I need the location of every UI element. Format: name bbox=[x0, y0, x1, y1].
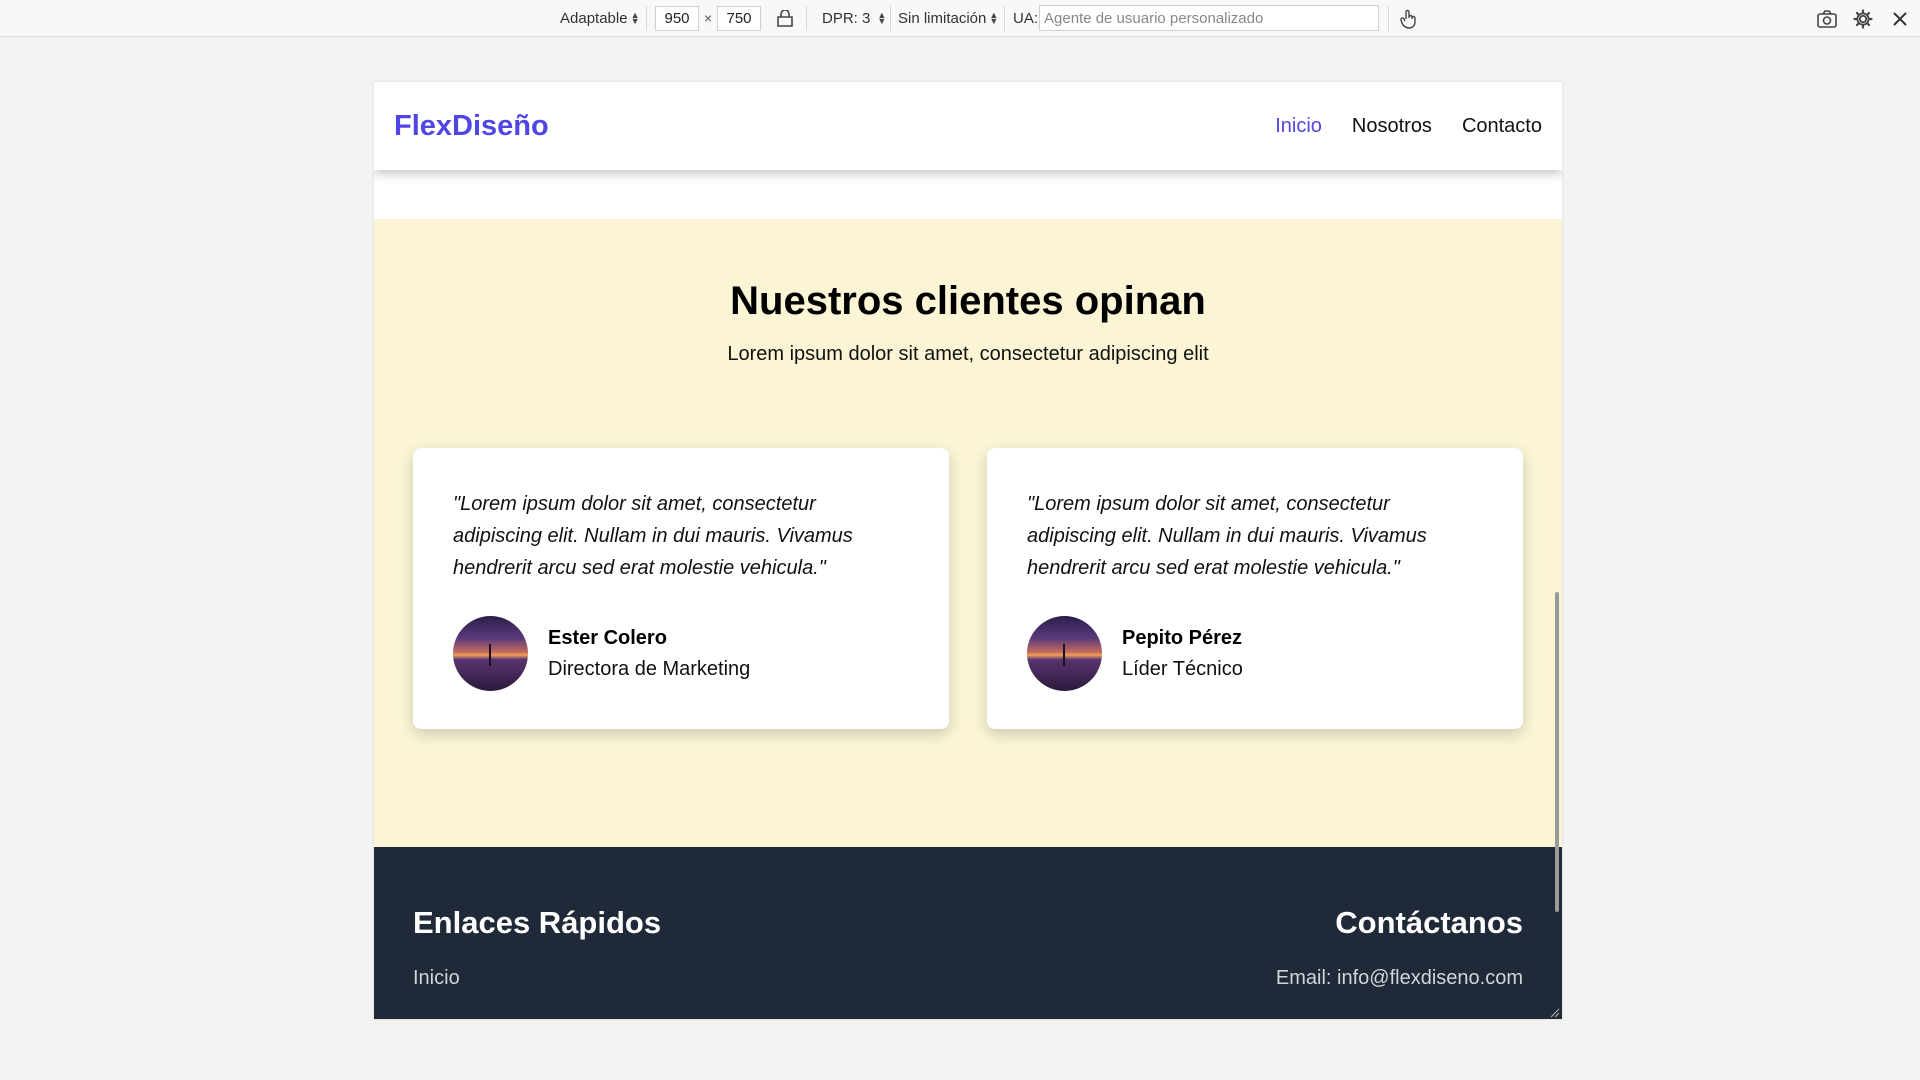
site-footer: Enlaces Rápidos Inicio Contáctanos Email… bbox=[374, 847, 1562, 1019]
footer-links-title: Enlaces Rápidos bbox=[413, 905, 662, 940]
select-arrows-icon: ▲ ▼ bbox=[989, 10, 999, 26]
footer-contact-title: Contáctanos bbox=[1335, 905, 1523, 940]
author-name: Pepito Pérez bbox=[1122, 626, 1243, 649]
touch-icon[interactable] bbox=[1397, 7, 1421, 31]
throttle-label: Sin limitación bbox=[898, 9, 987, 27]
section-subtitle: Lorem ipsum dolor sit amet, consectetur … bbox=[727, 343, 1209, 365]
width-input[interactable]: 950 bbox=[655, 5, 699, 31]
avatar bbox=[1027, 616, 1102, 691]
rotate-icon[interactable] bbox=[773, 7, 797, 31]
main-nav: Inicio Nosotros Contacto bbox=[1275, 115, 1542, 138]
throttle-select[interactable]: Sin limitación ▲ ▼ bbox=[898, 0, 998, 36]
footer-email: Email: info@flexdiseno.com bbox=[1275, 967, 1523, 989]
section-title: Nuestros clientes opinan bbox=[730, 279, 1206, 323]
responsive-toolbar: Adaptable ▲ ▼ 950 × 750 DPR: 3 ▲ ▼ Sin lim… bbox=[0, 0, 1920, 37]
testimonial-quote: "Lorem ipsum dolor sit amet, consectetur… bbox=[453, 493, 853, 579]
ua-label: UA: bbox=[1013, 9, 1039, 27]
site-header: FlexDiseño Inicio Nosotros Contacto bbox=[374, 82, 1562, 170]
settings-icon[interactable] bbox=[1851, 7, 1875, 31]
author-name: Ester Colero bbox=[548, 626, 667, 649]
author-role: Líder Técnico bbox=[1122, 657, 1243, 680]
device-mode-select[interactable]: Adaptable ▲ ▼ bbox=[560, 0, 639, 36]
avatar bbox=[453, 616, 528, 691]
close-icon[interactable] bbox=[1888, 7, 1912, 31]
testimonial-author: Pepito Pérez Líder Técnico bbox=[1027, 616, 1483, 691]
times-sign: × bbox=[704, 10, 713, 26]
testimonial-card: "Lorem ipsum dolor sit amet, consectetur… bbox=[987, 448, 1523, 729]
scrollbar-thumb[interactable] bbox=[1555, 592, 1559, 912]
select-arrows-icon: ▲ ▼ bbox=[630, 10, 640, 26]
dpr-select[interactable]: DPR: 3 ▲ ▼ bbox=[822, 0, 886, 36]
height-input[interactable]: 750 bbox=[717, 5, 761, 31]
site-logo[interactable]: FlexDiseño bbox=[394, 110, 549, 143]
user-agent-input[interactable]: Agente de usuario personalizado bbox=[1039, 5, 1379, 31]
nav-link-nosotros[interactable]: Nosotros bbox=[1352, 115, 1432, 138]
select-arrows-icon: ▲ ▼ bbox=[877, 10, 887, 26]
nav-link-contacto[interactable]: Contacto bbox=[1462, 115, 1542, 138]
responsive-viewport: FlexDiseño Inicio Nosotros Contacto Nues… bbox=[374, 82, 1562, 1019]
testimonials-section: Nuestros clientes opinan Lorem ipsum dol… bbox=[374, 219, 1562, 847]
footer-link-inicio[interactable]: Inicio bbox=[413, 967, 460, 990]
device-mode-label: Adaptable bbox=[560, 9, 628, 27]
testimonial-card: "Lorem ipsum dolor sit amet, consectetur… bbox=[413, 448, 949, 729]
nav-link-inicio[interactable]: Inicio bbox=[1275, 115, 1322, 138]
testimonial-quote: "Lorem ipsum dolor sit amet, consectetur… bbox=[1027, 493, 1427, 579]
testimonial-author: Ester Colero Directora de Marketing bbox=[453, 616, 909, 691]
dpr-label: DPR: 3 bbox=[822, 9, 871, 27]
resize-handle-icon[interactable] bbox=[1548, 1005, 1560, 1018]
screenshot-icon[interactable] bbox=[1815, 7, 1839, 31]
author-role: Directora de Marketing bbox=[548, 657, 751, 680]
